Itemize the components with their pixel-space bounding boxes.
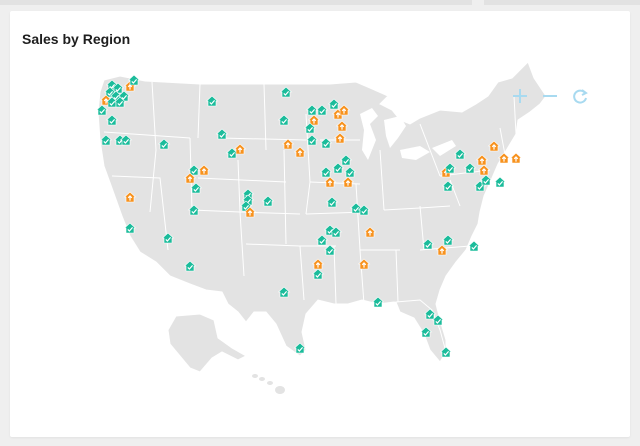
minus-icon — [543, 95, 557, 97]
florida-shape — [395, 299, 447, 363]
reset-view-button[interactable] — [571, 87, 589, 105]
plus-icon — [513, 89, 527, 103]
refresh-icon — [573, 89, 588, 104]
hawaii-shape — [252, 374, 285, 394]
sales-marker-up[interactable] — [509, 152, 523, 164]
zoom-in-button[interactable] — [511, 87, 529, 105]
alaska-shape — [167, 313, 248, 373]
zoom-out-button[interactable] — [541, 87, 559, 105]
sales-marker-check[interactable] — [493, 176, 507, 188]
sales-marker-check[interactable] — [467, 240, 481, 252]
us-map[interactable] — [0, 0, 640, 446]
sales-marker-check[interactable] — [127, 74, 141, 86]
